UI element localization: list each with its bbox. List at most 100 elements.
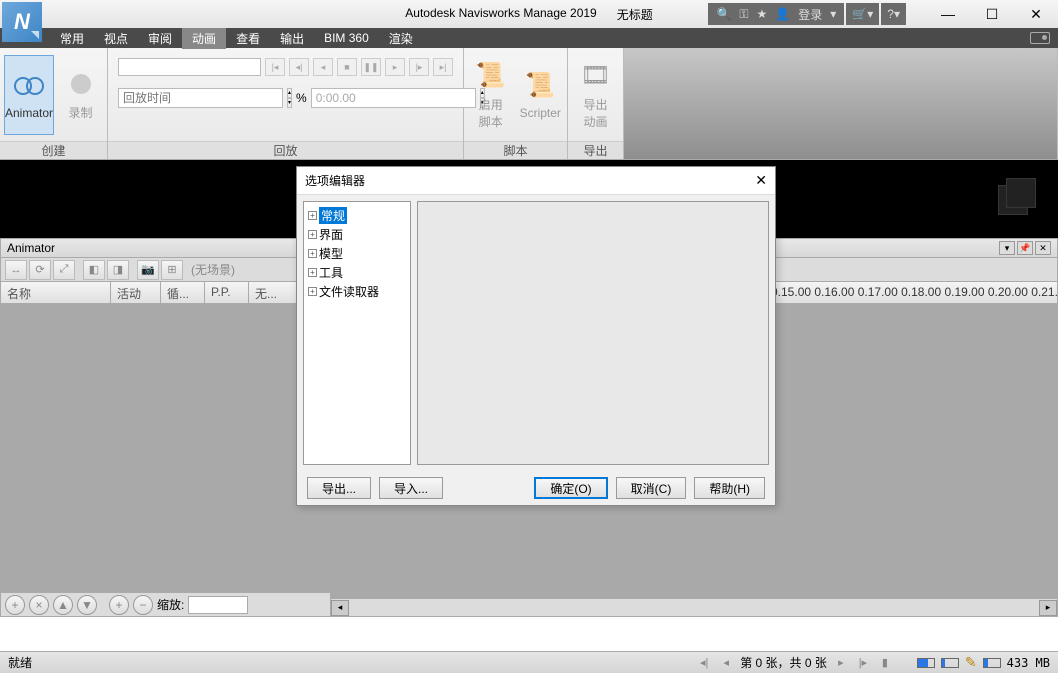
- cart-icon: 🛒: [852, 7, 867, 21]
- expand-icon[interactable]: +: [308, 287, 317, 296]
- tab-animation[interactable]: 动画: [182, 28, 226, 49]
- minimize-button[interactable]: —: [926, 0, 970, 28]
- tb-capture[interactable]: 📷: [137, 260, 159, 280]
- scroll-right[interactable]: ▸: [1039, 600, 1057, 616]
- exchange-button[interactable]: 🛒 ▾: [846, 3, 879, 25]
- pencil-icon[interactable]: ✎: [965, 654, 977, 671]
- dialog-close-button[interactable]: ✕: [755, 172, 767, 189]
- playback-time-input[interactable]: [118, 88, 283, 108]
- info-center[interactable]: 🔍 ⚿ ★ 👤 登录 ▾: [708, 3, 844, 25]
- app-title: Autodesk Navisworks Manage 2019: [405, 6, 596, 23]
- tb-scale[interactable]: ⤢: [53, 260, 75, 280]
- add-scene-button[interactable]: +: [5, 595, 25, 615]
- tab-review[interactable]: 审阅: [138, 28, 182, 49]
- goto-start-button[interactable]: |◂: [265, 58, 285, 76]
- delete-scene-button[interactable]: ×: [29, 595, 49, 615]
- sheet-last[interactable]: |▸: [855, 655, 871, 671]
- percent-label: %: [296, 91, 307, 105]
- ok-button[interactable]: 确定(O): [534, 477, 607, 499]
- playback-position-input[interactable]: [311, 88, 476, 108]
- tab-render[interactable]: 渲染: [379, 28, 423, 49]
- record-button[interactable]: 录制: [58, 55, 103, 135]
- panel-options-button[interactable]: ▾: [999, 241, 1015, 255]
- expand-icon[interactable]: +: [308, 268, 317, 277]
- tab-home[interactable]: 常用: [50, 28, 94, 49]
- expand-icon[interactable]: +: [308, 249, 317, 258]
- zoom-input[interactable]: [188, 596, 248, 614]
- tree-node-general[interactable]: +常规: [308, 206, 406, 225]
- animator-button[interactable]: Animator: [4, 55, 54, 135]
- import-button[interactable]: 导入...: [379, 477, 443, 499]
- move-up-button[interactable]: ▲: [53, 595, 73, 615]
- playback-slider[interactable]: [118, 58, 261, 76]
- binoculars-icon: 🔍: [716, 7, 731, 21]
- animator-title: Animator: [7, 241, 55, 255]
- export-button[interactable]: 导出...: [307, 477, 371, 499]
- ribbon-group-playback: 回放: [108, 141, 463, 159]
- zoom-out-button[interactable]: −: [133, 595, 153, 615]
- tb-rotate[interactable]: ⟳: [29, 260, 51, 280]
- tab-viewpoint[interactable]: 视点: [94, 28, 138, 49]
- tree-node-tools[interactable]: +工具: [308, 263, 406, 282]
- stop-button[interactable]: ■: [337, 58, 357, 76]
- col-loop[interactable]: 循...: [161, 282, 205, 303]
- timeline-scrollbar[interactable]: ◂ ▸: [331, 598, 1057, 616]
- step-fwd-button[interactable]: |▸: [409, 58, 429, 76]
- status-bar: 就绪 ◂| ◂ 第 0 张，共 0 张 ▸ |▸ ▮ ✎ 433 MB: [0, 651, 1058, 673]
- scroll-icon: 📜: [475, 60, 507, 92]
- scripter-button[interactable]: 📜 Scripter: [518, 55, 564, 135]
- play-reverse-button[interactable]: ◂: [313, 58, 333, 76]
- close-button[interactable]: ✕: [1014, 0, 1058, 28]
- expand-icon[interactable]: +: [308, 211, 317, 220]
- spin-up[interactable]: ▴: [287, 88, 292, 98]
- panel-close-button[interactable]: ✕: [1035, 241, 1051, 255]
- view-cube-icon[interactable]: [988, 170, 1048, 230]
- menu-bar: 常用 视点 审阅 动画 查看 输出 BIM 360 渲染: [0, 28, 1058, 48]
- sheet-browser[interactable]: ▮: [877, 655, 893, 671]
- doc-title: 无标题: [617, 6, 653, 23]
- tree-node-interface[interactable]: +界面: [308, 225, 406, 244]
- sheet-first[interactable]: ◂|: [696, 655, 712, 671]
- tree-node-filereaders[interactable]: +文件读取器: [308, 282, 406, 301]
- panel-pin-button[interactable]: 📌: [1017, 241, 1033, 255]
- animator-icon: [13, 70, 45, 102]
- col-active[interactable]: 活动: [111, 282, 161, 303]
- app-icon[interactable]: N: [2, 2, 42, 42]
- tb-transparency[interactable]: ◨: [107, 260, 129, 280]
- tb-color[interactable]: ◧: [83, 260, 105, 280]
- anim-list[interactable]: [1, 304, 330, 592]
- tab-view[interactable]: 查看: [226, 28, 270, 49]
- ribbon: Animator 录制 创建 |◂ ◂| ◂ ■ ❚❚ ▸ |▸ ▸|: [0, 48, 1058, 160]
- col-pp[interactable]: P.P.: [205, 282, 249, 303]
- sheet-next[interactable]: ▸: [833, 655, 849, 671]
- tb-snap[interactable]: ⊞: [161, 260, 183, 280]
- chevron-down-icon: ▾: [867, 7, 873, 21]
- tab-bim360[interactable]: BIM 360: [314, 29, 379, 47]
- maximize-button[interactable]: ☐: [970, 0, 1014, 28]
- export-animation-button[interactable]: 🎞 导出 动画: [572, 55, 619, 135]
- tb-translate[interactable]: ↔: [5, 260, 27, 280]
- disk-bar-1: [917, 658, 935, 668]
- dialog-titlebar[interactable]: 选项编辑器 ✕: [297, 167, 775, 195]
- tab-output[interactable]: 输出: [270, 28, 314, 49]
- move-down-button[interactable]: ▼: [77, 595, 97, 615]
- scroll-left[interactable]: ◂: [331, 600, 349, 616]
- spin-down[interactable]: ▾: [287, 98, 292, 108]
- help-button[interactable]: ? ▾: [881, 3, 906, 25]
- step-back-button[interactable]: ◂|: [289, 58, 309, 76]
- help-button[interactable]: 帮助(H): [694, 477, 765, 499]
- zoom-in-button[interactable]: +: [109, 595, 129, 615]
- cancel-button[interactable]: 取消(C): [616, 477, 687, 499]
- options-tree[interactable]: +常规 +界面 +模型 +工具 +文件读取器: [303, 201, 411, 465]
- expand-icon[interactable]: +: [308, 230, 317, 239]
- zoom-label: 缩放:: [157, 596, 184, 613]
- play-button[interactable]: ▸: [385, 58, 405, 76]
- record-indicator-icon[interactable]: [1030, 32, 1050, 44]
- sheet-prev[interactable]: ◂: [718, 655, 734, 671]
- dialog-title: 选项编辑器: [305, 172, 365, 189]
- enable-script-button[interactable]: 📜 启用 脚本: [468, 55, 514, 135]
- tree-node-model[interactable]: +模型: [308, 244, 406, 263]
- pause-button[interactable]: ❚❚: [361, 58, 381, 76]
- col-name[interactable]: 名称: [1, 282, 111, 303]
- goto-end-button[interactable]: ▸|: [433, 58, 453, 76]
